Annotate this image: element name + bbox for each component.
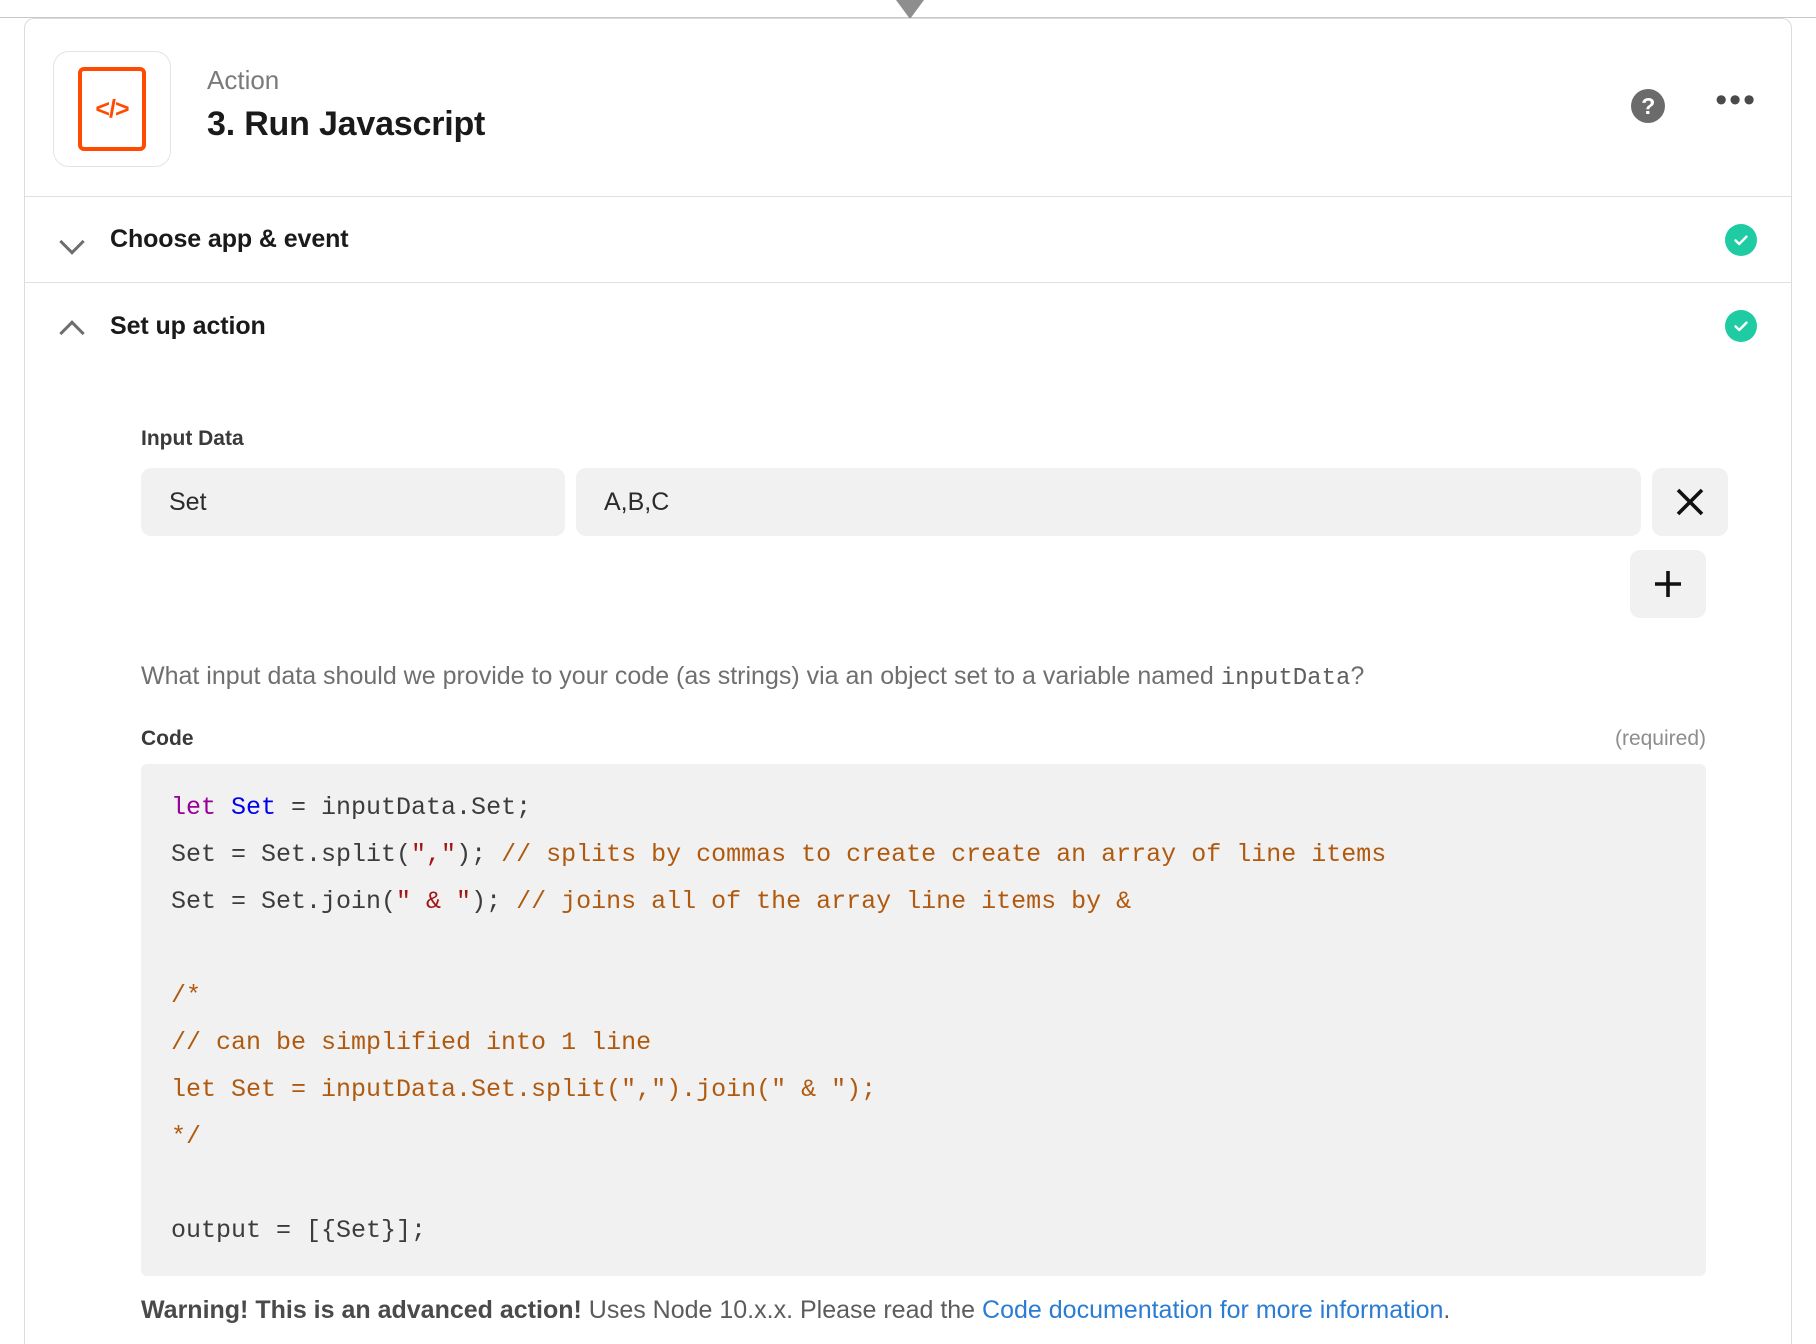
code-line: output = [{Set}];: [171, 1207, 1676, 1254]
chevron-down-icon: [60, 227, 86, 253]
code-line: let Set = inputData.Set.split(",").join(…: [171, 1066, 1676, 1113]
section-set-up-action-label: Set up action: [110, 311, 266, 340]
warning-body: Uses Node 10.x.x. Please read the: [581, 1296, 983, 1325]
code-token: // joins all of the array line items by …: [516, 887, 1132, 917]
action-header: </> Action 3. Run Javascript ? •••: [25, 19, 1791, 197]
status-badge-complete: [1725, 223, 1757, 256]
code-brackets-icon: </>: [78, 67, 146, 151]
code-line: */: [171, 1113, 1676, 1160]
section-set-up-action[interactable]: Set up action: [25, 283, 1791, 369]
code-token: // can be simplified into 1 line: [171, 1028, 652, 1058]
step-type-label: Action: [207, 65, 280, 95]
code-token: );: [471, 887, 517, 917]
helper-text-part1: What input data should we provide to you…: [141, 662, 1221, 690]
code-token: = inputData.Set;: [291, 793, 532, 823]
code-label: Code: [141, 727, 194, 751]
add-input-data-button[interactable]: [1630, 550, 1706, 618]
code-line: Set = Set.join(" & "); // joins all of t…: [171, 878, 1676, 925]
help-icon[interactable]: ?: [1631, 89, 1666, 123]
input-data-value-field[interactable]: A,B,C: [576, 468, 1641, 536]
code-token: */: [171, 1122, 202, 1152]
input-data-helper-text: What input data should we provide to you…: [141, 660, 1791, 694]
popover-pointer-icon: [896, 0, 924, 19]
code-token: Set: [231, 793, 292, 823]
code-editor[interactable]: let Set = inputData.Set; Set = Set.split(…: [141, 764, 1706, 1277]
code-token: output = [{Set}];: [171, 1216, 427, 1246]
chevron-up-icon: [60, 313, 86, 339]
code-documentation-link[interactable]: Code documentation for more information: [982, 1296, 1443, 1324]
advanced-action-warning: Warning! This is an advanced action! Use…: [141, 1294, 1791, 1327]
more-options-icon[interactable]: •••: [1715, 83, 1757, 118]
code-token: // splits by commas to create create an …: [501, 840, 1387, 870]
code-token: let: [171, 793, 232, 823]
code-token: ",": [411, 840, 457, 870]
code-token: let Set = inputData.Set.split(",").join(…: [171, 1075, 877, 1105]
code-line: Set = Set.split(","); // splits by comma…: [171, 831, 1676, 878]
code-required-hint: (required): [1614, 727, 1706, 751]
app-logo: </>: [53, 51, 171, 167]
helper-text-part2: ?: [1350, 662, 1365, 690]
section-choose-app-event-label: Choose app & event: [110, 225, 349, 253]
code-line: /*: [171, 972, 1676, 1019]
warning-headline: Warning! This is an advanced action!: [141, 1296, 582, 1325]
screen: </> Action 3. Run Javascript ? ••• Choos…: [0, 0, 1816, 1344]
input-data-label: Input Data: [141, 427, 244, 450]
code-token: );: [456, 840, 502, 870]
page-title: 3. Run Javascript: [207, 105, 486, 144]
action-card: </> Action 3. Run Javascript ? ••• Choos…: [24, 18, 1792, 1344]
set-up-action-body: Input Data Set A,B,C What input data sho…: [25, 427, 1791, 1327]
code-field-header: Code (required): [141, 727, 1706, 751]
input-data-key-field[interactable]: Set: [141, 468, 565, 536]
header-actions: ? •••: [1631, 83, 1757, 123]
code-line: // can be simplified into 1 line: [171, 1019, 1676, 1066]
code-token: Set = Set.join(: [171, 887, 397, 917]
header-text-block: Action 3. Run Javascript: [207, 63, 485, 148]
code-line: let Set = inputData.Set;: [171, 784, 1676, 831]
code-token: Set = Set.split(: [171, 840, 412, 870]
code-token: /*: [171, 981, 202, 1011]
section-choose-app-event[interactable]: Choose app & event: [25, 197, 1791, 283]
code-token: " & ": [396, 887, 472, 917]
helper-text-variable: inputData: [1220, 665, 1351, 692]
add-input-data-row: [25, 550, 1706, 618]
status-badge-complete: [1725, 310, 1757, 342]
remove-input-data-button[interactable]: [1652, 468, 1728, 536]
input-data-row: Set A,B,C: [141, 468, 1791, 536]
warning-tail: .: [1443, 1296, 1451, 1325]
